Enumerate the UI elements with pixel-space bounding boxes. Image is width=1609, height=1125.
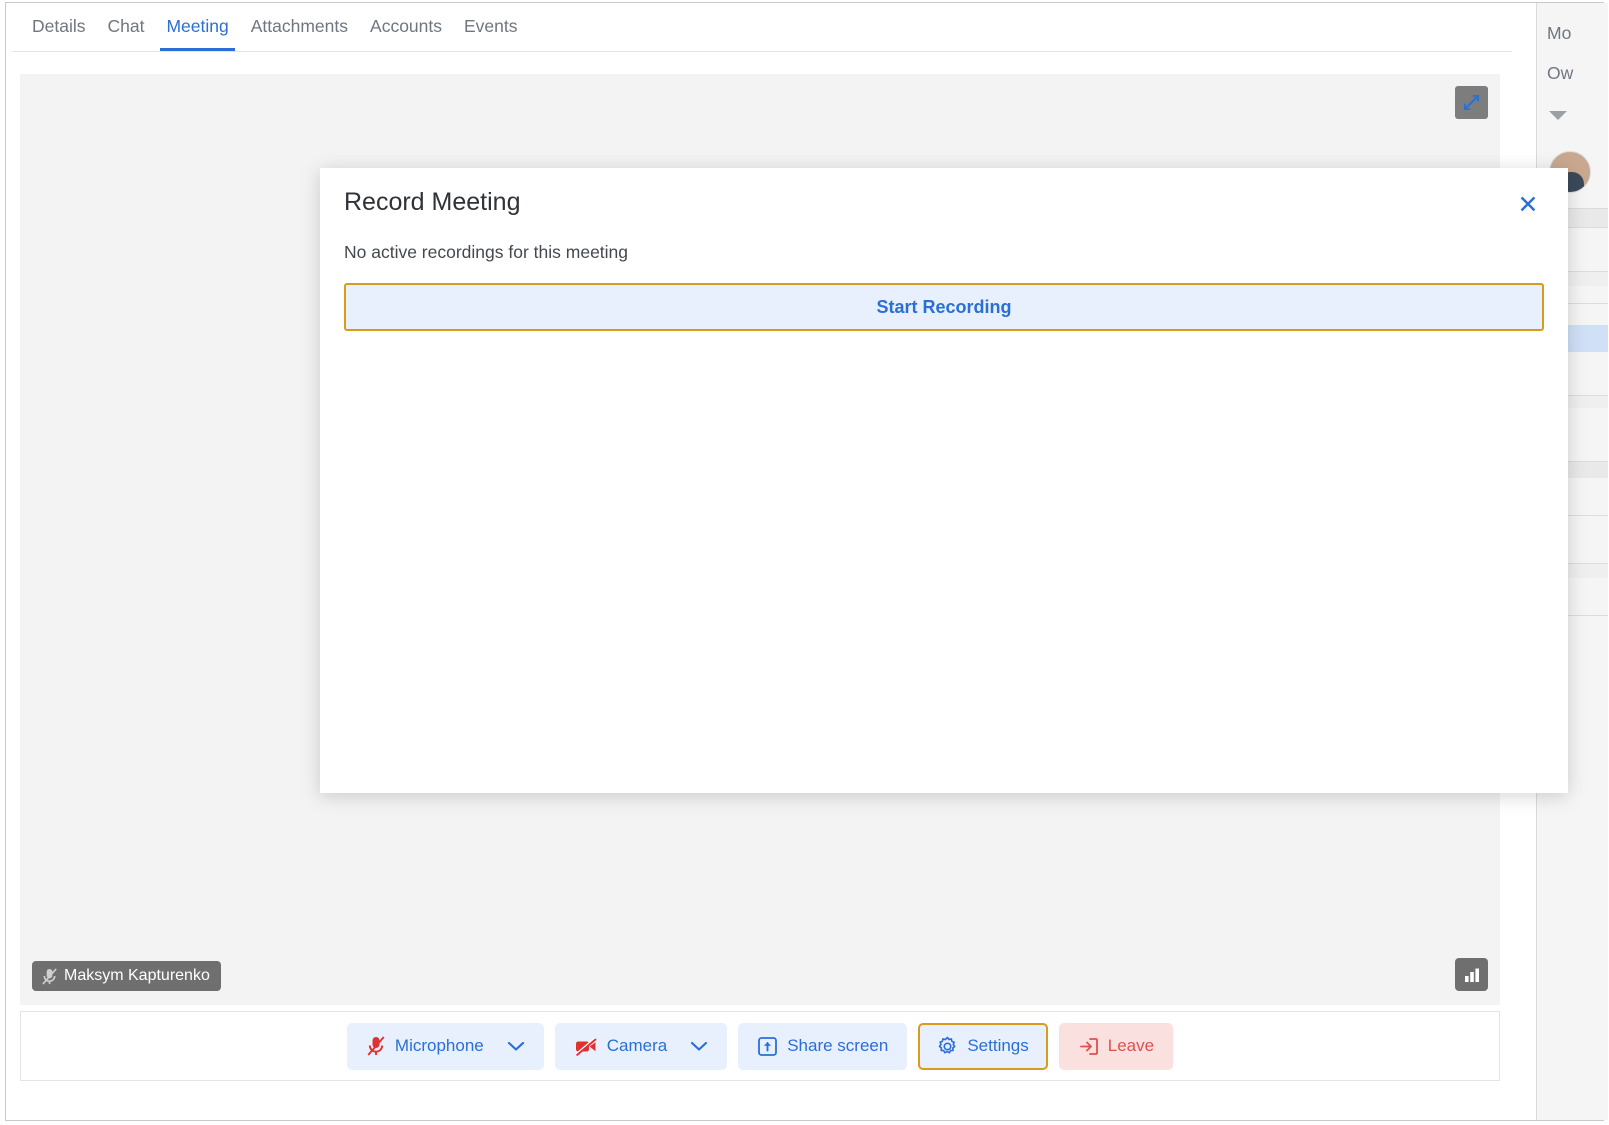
close-icon[interactable]: ✕ (1514, 190, 1542, 218)
camera-button-label: Camera (606, 1036, 668, 1055)
tab-bar: Details Chat Meeting Attachments Account… (12, 3, 1512, 52)
meeting-control-bar: Microphone Camera Share screen Settings … (20, 1011, 1500, 1081)
tab-details[interactable]: Details (21, 3, 97, 51)
app-root: Details Chat Meeting Attachments Account… (0, 0, 1609, 1125)
start-recording-button[interactable]: Start Recording (344, 283, 1544, 331)
right-panel-line-1: Mo (1547, 23, 1572, 43)
settings-button[interactable]: Settings (918, 1022, 1048, 1070)
expand-arrows-icon (1462, 93, 1481, 112)
tab-accounts[interactable]: Accounts (359, 3, 453, 51)
participant-name-label: Maksym Kapturenko (64, 967, 210, 984)
right-panel-line-2: Ow (1547, 63, 1574, 83)
leave-button-label: Leave (1107, 1036, 1155, 1055)
leave-icon (1078, 1036, 1099, 1057)
expand-button[interactable] (1455, 86, 1488, 119)
stats-button[interactable] (1455, 958, 1488, 991)
settings-button-label: Settings (967, 1036, 1029, 1055)
tab-meeting[interactable]: Meeting (155, 3, 239, 51)
caret-down-icon[interactable] (1547, 108, 1569, 122)
tab-chat[interactable]: Chat (97, 3, 156, 51)
tab-attachments[interactable]: Attachments (240, 3, 359, 51)
start-recording-label: Start Recording (876, 296, 1012, 317)
record-meeting-dialog: Record Meeting ✕ No active recordings fo… (320, 168, 1568, 793)
share-screen-icon (757, 1036, 778, 1057)
microphone-muted-icon (41, 967, 58, 986)
leave-button[interactable]: Leave (1058, 1022, 1174, 1070)
chevron-down-icon[interactable] (507, 1040, 525, 1052)
dialog-title: Record Meeting (344, 188, 521, 216)
participant-name-badge: Maksym Kapturenko (32, 961, 221, 991)
microphone-button-label: Microphone (394, 1036, 484, 1055)
microphone-off-icon (366, 1035, 386, 1057)
tab-events[interactable]: Events (453, 3, 529, 51)
microphone-button[interactable]: Microphone (346, 1022, 544, 1070)
share-screen-button[interactable]: Share screen (738, 1022, 908, 1070)
bar-chart-stats-icon (1463, 966, 1481, 984)
camera-button[interactable]: Camera (554, 1022, 728, 1070)
share-screen-button-label: Share screen (787, 1036, 889, 1055)
dialog-subtitle: No active recordings for this meeting (344, 242, 629, 262)
camera-off-icon (574, 1036, 598, 1056)
gear-icon (937, 1036, 958, 1057)
chevron-down-icon[interactable] (690, 1040, 708, 1052)
